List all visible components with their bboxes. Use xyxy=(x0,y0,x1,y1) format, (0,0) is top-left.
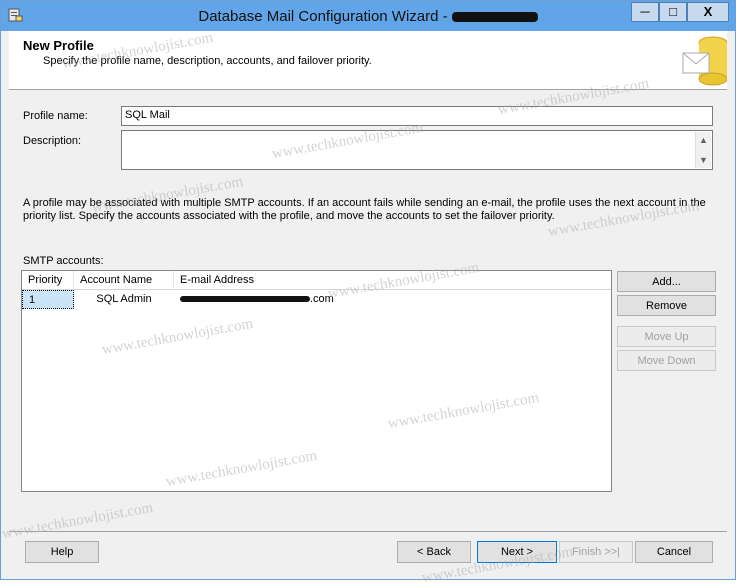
window-title: Database Mail Configuration Wizard - xyxy=(1,8,735,25)
page-subtitle: Specify the profile name, description, a… xyxy=(43,55,372,67)
page-title: New Profile xyxy=(23,38,94,53)
remove-account-button[interactable]: Remove xyxy=(617,295,716,316)
description-textarea[interactable]: ▲ ▼ xyxy=(121,130,713,170)
wizard-window: Database Mail Configuration Wizard - ─ □… xyxy=(0,0,736,586)
window-title-text: Database Mail Configuration Wizard - xyxy=(198,8,448,25)
move-down-button[interactable]: Move Down xyxy=(617,350,716,371)
wizard-header: New Profile Specify the profile name, de… xyxy=(9,31,727,90)
maximize-button[interactable]: □ xyxy=(659,2,687,22)
add-account-button[interactable]: Add... xyxy=(617,271,716,292)
cancel-button[interactable]: Cancel xyxy=(635,541,713,563)
envelope-database-icon xyxy=(682,36,727,86)
help-button[interactable]: Help xyxy=(25,541,99,563)
cell-account-name[interactable]: SQL Admin xyxy=(74,290,174,309)
scroll-up-arrow-icon[interactable]: ▲ xyxy=(696,132,711,148)
footer-divider xyxy=(9,531,727,532)
table-row[interactable]: 1 SQL Admin .com xyxy=(22,290,611,309)
description-label: Description: xyxy=(23,135,82,147)
profile-name-input[interactable]: SQL Mail xyxy=(121,106,713,126)
smtp-accounts-label: SMTP accounts: xyxy=(23,255,104,267)
cell-priority[interactable]: 1 xyxy=(22,290,74,309)
minimize-button[interactable]: ─ xyxy=(631,2,659,22)
smtp-accounts-grid[interactable]: Priority Account Name E-mail Address 1 S… xyxy=(21,270,612,492)
description-scrollbar[interactable]: ▲ ▼ xyxy=(695,132,711,168)
close-button[interactable]: X xyxy=(687,2,729,22)
back-button[interactable]: < Back xyxy=(397,541,471,563)
wizard-content: Profile name: SQL Mail Description: ▲ ▼ … xyxy=(9,90,727,530)
redacted-server-name xyxy=(451,12,538,23)
cell-email[interactable]: .com xyxy=(180,290,480,309)
redacted-email xyxy=(180,296,310,303)
title-bar[interactable]: Database Mail Configuration Wizard - ─ □… xyxy=(1,1,735,31)
profile-name-label: Profile name: xyxy=(23,110,88,122)
column-header-priority[interactable]: Priority xyxy=(22,271,74,289)
info-paragraph: A profile may be associated with multipl… xyxy=(23,197,706,222)
column-header-account-name[interactable]: Account Name xyxy=(74,271,174,289)
email-suffix: .com xyxy=(310,293,334,305)
next-button[interactable]: Next > xyxy=(477,541,557,563)
grid-header: Priority Account Name E-mail Address xyxy=(22,271,611,290)
column-header-email[interactable]: E-mail Address xyxy=(174,271,611,289)
finish-button[interactable]: Finish >>| xyxy=(559,541,633,563)
move-up-button[interactable]: Move Up xyxy=(617,326,716,347)
scroll-down-arrow-icon[interactable]: ▼ xyxy=(696,152,711,168)
